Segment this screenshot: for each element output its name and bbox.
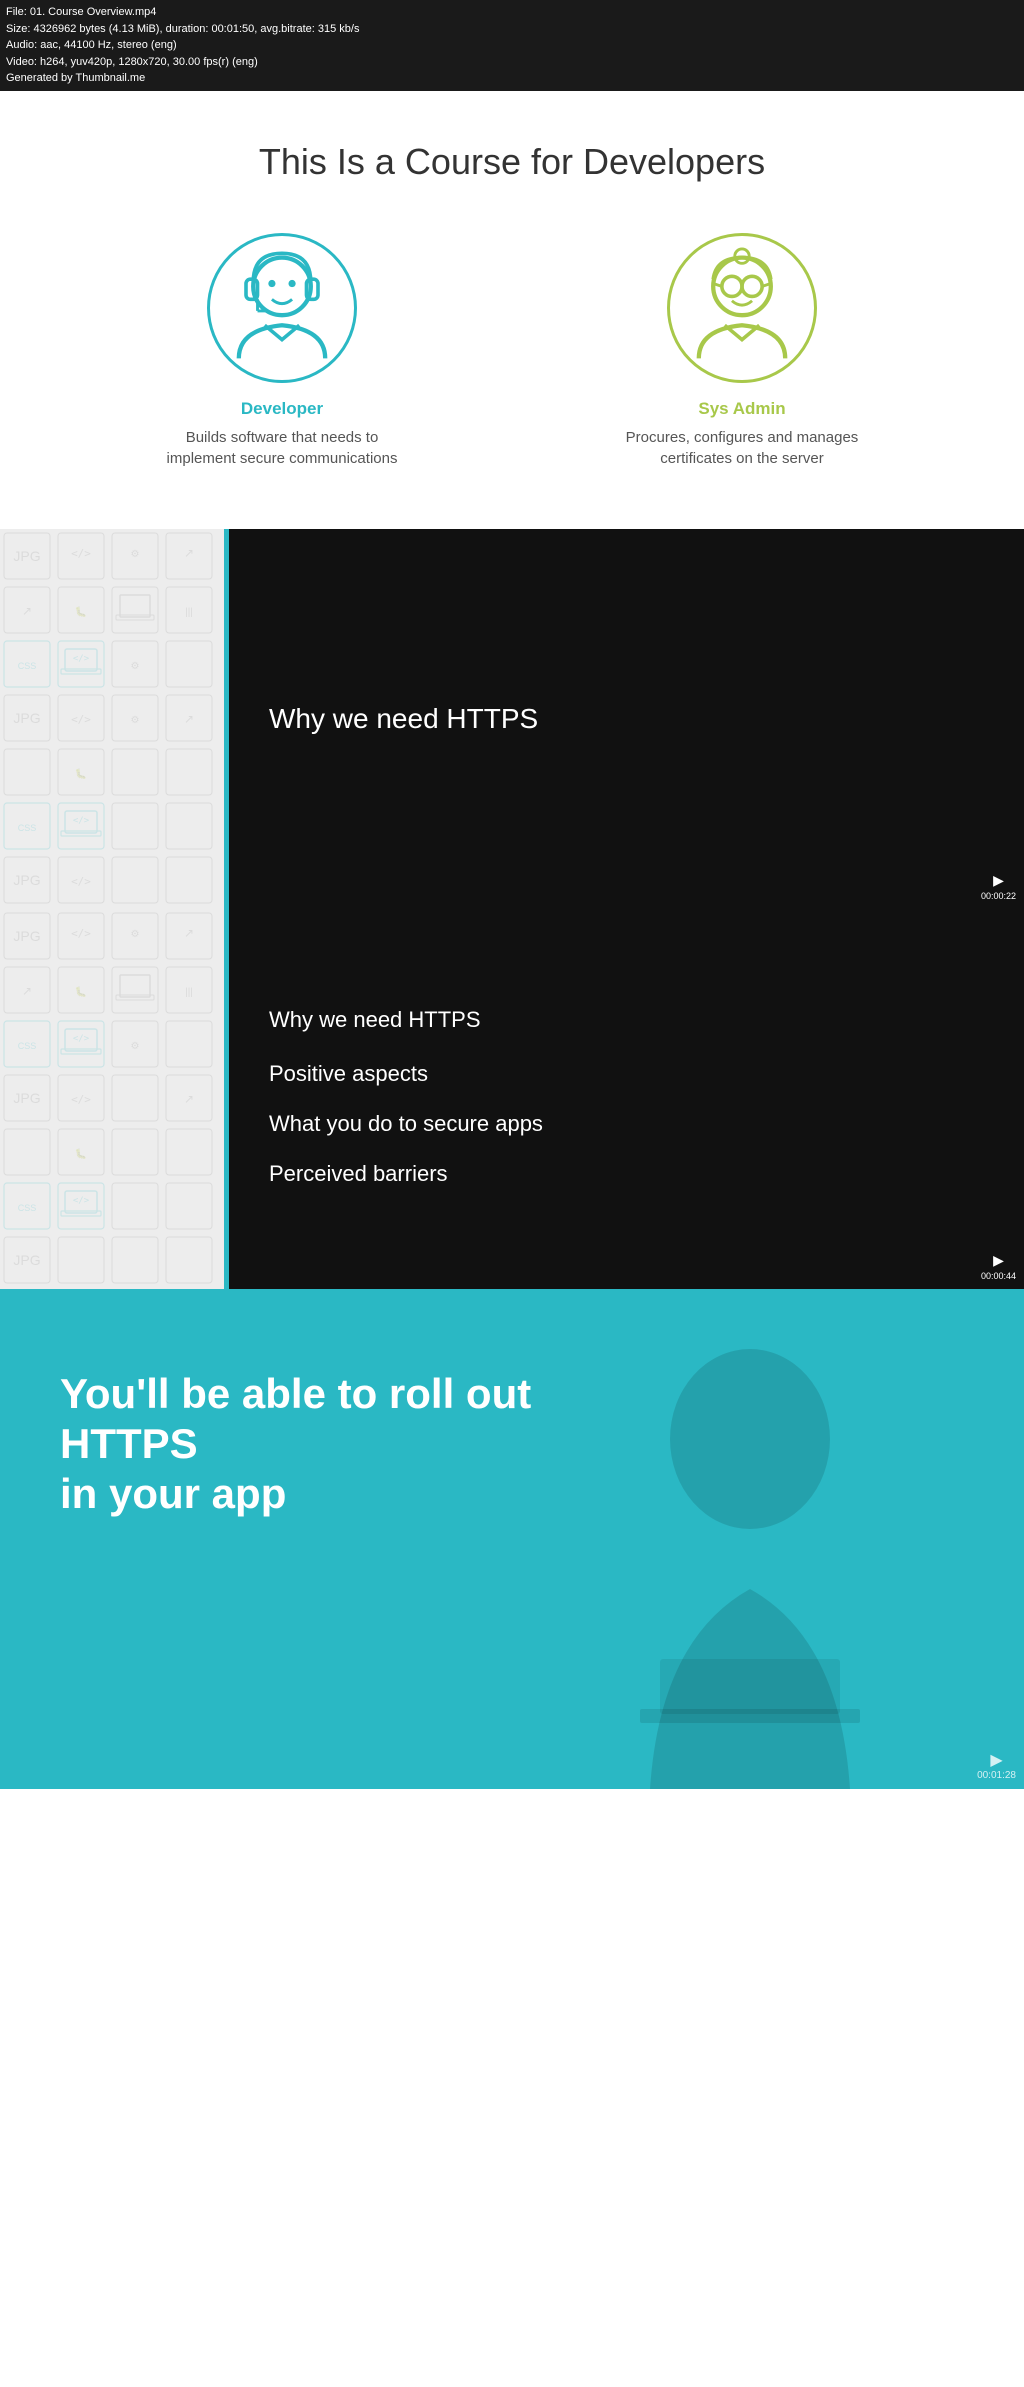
section-developers: This Is a Course for Developers (0, 91, 1024, 529)
video-list-item-1: Why we need HTTPS (269, 1007, 1024, 1033)
file-info-line5: Generated by Thumbnail.me (6, 70, 1018, 87)
svg-text:</>: </> (71, 547, 91, 560)
personas-container: Developer Builds software that needs to … (20, 233, 1004, 469)
video-list-item-3: What you do to secure apps (269, 1111, 1024, 1137)
svg-text:</>: </> (71, 875, 91, 888)
svg-text:⚙: ⚙ (131, 929, 140, 940)
bg-person-silhouette (0, 1289, 1024, 1789)
svg-text:CSS: CSS (18, 1041, 37, 1051)
video-title-1: Why we need HTTPS (269, 703, 538, 735)
persona-sysadmin: Sys Admin Procures, configures and manag… (612, 233, 872, 469)
svg-text:</>: </> (73, 654, 90, 664)
section-teal: You'll be able to roll out HTTPS in your… (0, 1289, 1024, 1789)
svg-text:CSS: CSS (18, 661, 37, 671)
svg-text:🐛: 🐛 (75, 767, 87, 780)
svg-text:↗: ↗ (184, 1092, 194, 1106)
timestamp-2: ▶ 00:00:44 (981, 1252, 1016, 1281)
video-frame-2: JPG </> ⚙ ↗ ↗ 🐛 ||| CSS (0, 909, 1024, 1289)
left-pattern-panel-2: JPG </> ⚙ ↗ ↗ 🐛 ||| CSS (0, 909, 224, 1289)
persona-developer: Developer Builds software that needs to … (152, 233, 412, 469)
svg-text:↗: ↗ (184, 926, 194, 940)
video-list-item-4: Perceived barriers (269, 1161, 1024, 1187)
developer-avatar-circle (207, 233, 357, 383)
svg-text:⚙: ⚙ (131, 661, 140, 672)
svg-text:</>: </> (71, 713, 91, 726)
timestamp-value-2: 00:00:44 (981, 1271, 1016, 1281)
file-info-line4: Video: h264, yuv420p, 1280x720, 30.00 fp… (6, 54, 1018, 71)
play-icon-1[interactable]: ▶ (981, 872, 1016, 889)
video-main-panel-1: Why we need HTTPS ▶ 00:00:22 (224, 529, 1024, 909)
svg-text:CSS: CSS (18, 1203, 37, 1213)
sysadmin-description: Procures, configures and manages certifi… (612, 427, 872, 469)
timestamp-1: ▶ 00:00:22 (981, 872, 1016, 901)
svg-text:⚙: ⚙ (131, 1041, 140, 1052)
svg-text:</>: </> (73, 1196, 90, 1206)
file-info-line1: File: 01. Course Overview.mp4 (6, 4, 1018, 21)
sysadmin-avatar-icon (670, 236, 814, 380)
svg-text:JPG: JPG (13, 872, 40, 888)
svg-text:↗: ↗ (184, 712, 194, 726)
video-frame-1: </> CSS JPG </> (0, 529, 1024, 909)
svg-text:🐛: 🐛 (75, 1147, 87, 1160)
video-list-item-2: Positive aspects (269, 1061, 1024, 1087)
timestamp-3: ▶ 00:01:28 (977, 1750, 1016, 1781)
sysadmin-avatar-circle (667, 233, 817, 383)
svg-text:</>: </> (73, 816, 90, 826)
play-icon-2[interactable]: ▶ (981, 1252, 1016, 1269)
left-pattern-panel-1: </> CSS JPG </> (0, 529, 224, 909)
timestamp-value-1: 00:00:22 (981, 891, 1016, 901)
svg-text:JPG: JPG (13, 928, 40, 944)
file-info-line2: Size: 4326962 bytes (4.13 MiB), duration… (6, 21, 1018, 38)
svg-text:</>: </> (73, 1034, 90, 1044)
svg-text:↗: ↗ (22, 984, 32, 998)
svg-text:JPG: JPG (13, 710, 40, 726)
teal-content: You'll be able to roll out HTTPS in your… (60, 1369, 964, 1520)
svg-text:CSS: CSS (18, 823, 37, 833)
svg-text:|||: ||| (185, 607, 193, 618)
svg-text:⚙: ⚙ (131, 549, 140, 560)
sysadmin-label: Sys Admin (698, 399, 785, 419)
svg-text:JPG: JPG (13, 548, 40, 564)
video-list-panel: Why we need HTTPS Positive aspects What … (224, 909, 1024, 1289)
file-info-bar: File: 01. Course Overview.mp4 Size: 4326… (0, 0, 1024, 91)
svg-text:↗: ↗ (22, 604, 32, 618)
svg-text:⚙: ⚙ (131, 715, 140, 726)
teal-heading: You'll be able to roll out HTTPS in your… (60, 1369, 660, 1520)
svg-text:</>: </> (71, 927, 91, 940)
developer-description: Builds software that needs to implement … (152, 427, 412, 469)
section-title: This Is a Course for Developers (20, 141, 1004, 183)
svg-text:🐛: 🐛 (75, 605, 87, 618)
svg-text:</>: </> (71, 1093, 91, 1106)
teal-bg-overlay (0, 1289, 1024, 1789)
svg-text:↗: ↗ (184, 546, 194, 560)
file-info-line3: Audio: aac, 44100 Hz, stereo (eng) (6, 37, 1018, 54)
svg-text:JPG: JPG (13, 1090, 40, 1106)
developer-label: Developer (241, 399, 323, 419)
svg-text:JPG: JPG (13, 1252, 40, 1268)
play-icon-3[interactable]: ▶ (977, 1750, 1016, 1770)
svg-text:🐛: 🐛 (75, 985, 87, 998)
developer-avatar-icon (210, 236, 354, 380)
svg-text:|||: ||| (185, 987, 193, 998)
